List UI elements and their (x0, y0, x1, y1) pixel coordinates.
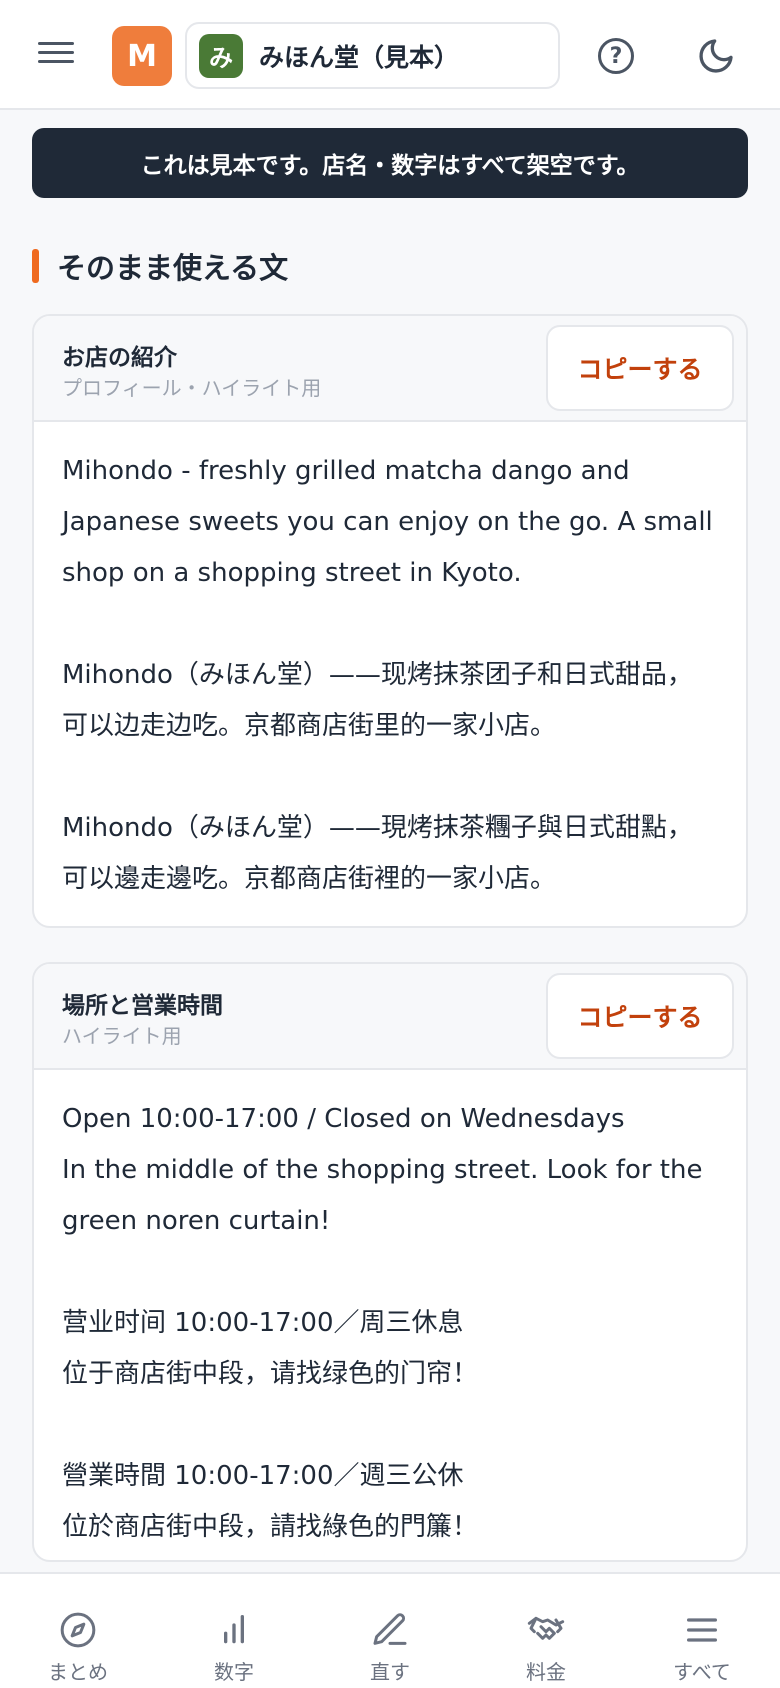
template-card-hours: 場所と営業時間 ハイライト用 コピーする Open 10:00-17:00 / … (32, 962, 748, 1562)
nav-item-edit[interactable]: 直す (312, 1574, 468, 1688)
compass-icon (60, 1612, 96, 1648)
card-header: 場所と営業時間 ハイライト用 コピーする (34, 964, 746, 1070)
section-title: そのまま使える文 (57, 251, 289, 285)
shop-name: みほん堂（見本） (259, 42, 460, 72)
nav-label: すべて (673, 1660, 731, 1684)
moon-icon[interactable] (696, 36, 736, 76)
nav-label: 直す (370, 1660, 410, 1684)
card-title: お店の紹介 (62, 345, 177, 371)
menu-icon (687, 1618, 717, 1642)
user-avatar[interactable]: M (112, 26, 172, 86)
section-heading: そのまま使える文 (32, 246, 288, 286)
card-body-text: Mihondo - freshly grilled matcha dango a… (62, 456, 713, 894)
pencil-icon (373, 1613, 407, 1645)
app-header: M み みほん堂（見本） ? (0, 0, 780, 110)
nav-item-summary[interactable]: まとめ (0, 1574, 156, 1688)
nav-label: 数字 (214, 1660, 254, 1684)
section-accent-bar (32, 249, 39, 283)
nav-label: 料金 (526, 1660, 566, 1684)
card-title: 場所と営業時間 (62, 993, 223, 1019)
nav-item-pricing[interactable]: 料金 (468, 1574, 624, 1688)
bar-chart-icon (224, 1615, 244, 1644)
bottom-navigation: まとめ 数字 直す 料金 すべて (0, 1572, 780, 1688)
shop-badge: み (199, 33, 243, 78)
nav-item-numbers[interactable]: 数字 (156, 1574, 312, 1688)
template-card-intro: お店の紹介 プロフィール・ハイライト用 コピーする Mihondo - fres… (32, 314, 748, 928)
copy-button[interactable]: コピーする (546, 325, 734, 411)
nav-item-all[interactable]: すべて (624, 1574, 780, 1688)
card-subtitle: ハイライト用 (62, 1024, 182, 1048)
sample-notice-banner: これは見本です。店名・数字はすべて架空です。 (32, 128, 748, 198)
hamburger-menu-icon[interactable] (36, 36, 76, 76)
card-subtitle: プロフィール・ハイライト用 (62, 376, 322, 400)
nav-label: まとめ (48, 1660, 108, 1684)
copy-button[interactable]: コピーする (546, 973, 734, 1059)
handshake-icon (527, 1616, 565, 1640)
card-header: お店の紹介 プロフィール・ハイライト用 コピーする (34, 316, 746, 422)
shop-selector[interactable]: み みほん堂（見本） (185, 22, 560, 89)
card-body-text: Open 10:00-17:00 / Closed on Wednesdays … (62, 1104, 703, 1542)
help-icon[interactable]: ? (598, 38, 634, 74)
